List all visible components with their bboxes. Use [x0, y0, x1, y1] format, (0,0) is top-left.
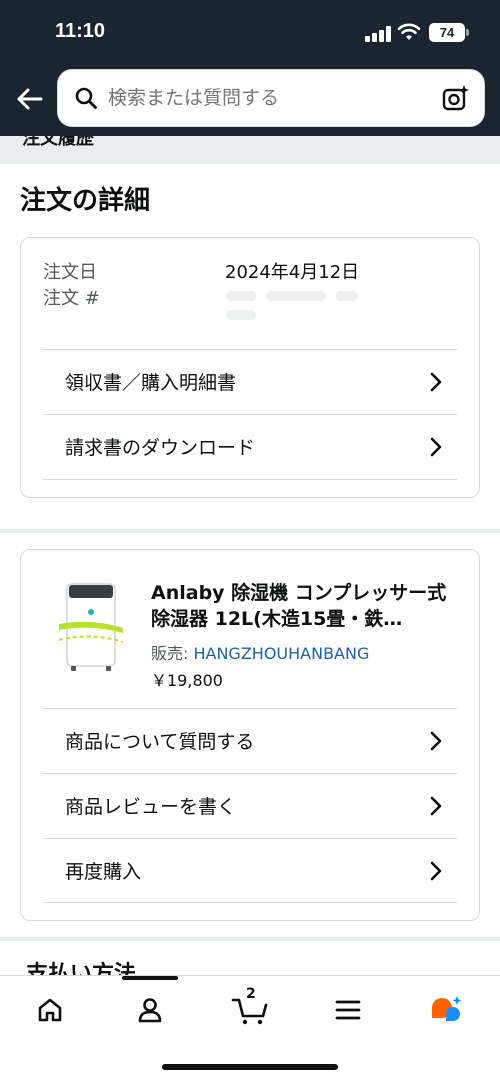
page-title: 注文の詳細 [20, 186, 151, 216]
nav-rufus[interactable] [426, 990, 466, 1030]
receipt-link-label: 領収書／購入明細書 [65, 372, 237, 394]
product-title[interactable]: Anlaby 除湿機 コンプレッサー式 除湿器 12L(木造15畳・鉄… [151, 580, 461, 634]
back-button[interactable] [12, 82, 46, 116]
nav-home[interactable] [30, 990, 70, 1030]
row-divider [43, 902, 457, 903]
section-divider [0, 529, 500, 533]
chevron-right-icon [430, 796, 442, 816]
chevron-right-icon [430, 861, 442, 881]
order-number-label: 注文 # [43, 288, 100, 309]
seller-link[interactable]: HANGZHOUHANBANG [193, 644, 369, 663]
seller-label: 販売: [151, 644, 194, 663]
write-review-link[interactable]: 商品レビューを書く [43, 773, 457, 837]
product-price: ￥19,800 [151, 671, 223, 690]
nav-account[interactable] [130, 990, 170, 1030]
nav-cart[interactable]: 2 [228, 986, 272, 1030]
seller-info: 販売: HANGZHOUHANBANG [151, 640, 369, 664]
active-tab-indicator [122, 976, 178, 980]
back-arrow-icon [17, 88, 43, 110]
nav-menu[interactable] [328, 990, 368, 1030]
invoice-download-link[interactable]: 請求書のダウンロード [43, 414, 457, 478]
camera-icon[interactable] [442, 84, 470, 112]
product-image[interactable] [57, 580, 127, 678]
search-box[interactable] [58, 70, 484, 126]
order-info-card: 注文日 2024年4月12日 注文 # 領収書／購入明細書 請求書のダウンロード [20, 237, 480, 498]
product-card: Anlaby 除湿機 コンプレッサー式 除湿器 12L(木造15畳・鉄… 販売:… [20, 549, 480, 921]
search-icon [75, 87, 97, 109]
order-number-redacted [226, 286, 406, 320]
cart-count: 2 [246, 986, 256, 1002]
ask-question-link[interactable]: 商品について質問する [43, 708, 457, 772]
chevron-right-icon [430, 437, 442, 457]
bottom-nav: 2 [0, 975, 500, 1080]
home-indicator [162, 1064, 338, 1070]
top-bar: 11:10 74 [0, 0, 500, 136]
order-date-label: 注文日 [43, 262, 97, 283]
breadcrumb[interactable]: 注文履歴 [0, 136, 500, 164]
menu-icon [335, 1000, 361, 1020]
search-input[interactable] [108, 70, 428, 126]
home-icon [38, 998, 62, 1022]
wifi-icon [397, 23, 421, 40]
status-time: 11:10 [55, 20, 106, 42]
invoice-download-label: 請求書のダウンロード [65, 437, 256, 459]
signal-icon [365, 26, 391, 42]
order-date-value: 2024年4月12日 [225, 262, 360, 283]
section-divider [0, 937, 500, 941]
account-icon [138, 998, 162, 1023]
row-divider [43, 479, 457, 480]
chevron-right-icon [430, 372, 442, 392]
breadcrumb-label: 注文履歴 [22, 136, 94, 149]
receipt-link[interactable]: 領収書／購入明細書 [43, 349, 457, 413]
chevron-right-icon [430, 731, 442, 751]
ask-question-label: 商品について質問する [65, 731, 255, 753]
buy-again-link[interactable]: 再度購入 [43, 838, 457, 902]
battery-indicator: 74 [429, 23, 469, 42]
buy-again-label: 再度購入 [65, 861, 142, 883]
rufus-icon [432, 996, 462, 1021]
write-review-label: 商品レビューを書く [65, 796, 237, 818]
